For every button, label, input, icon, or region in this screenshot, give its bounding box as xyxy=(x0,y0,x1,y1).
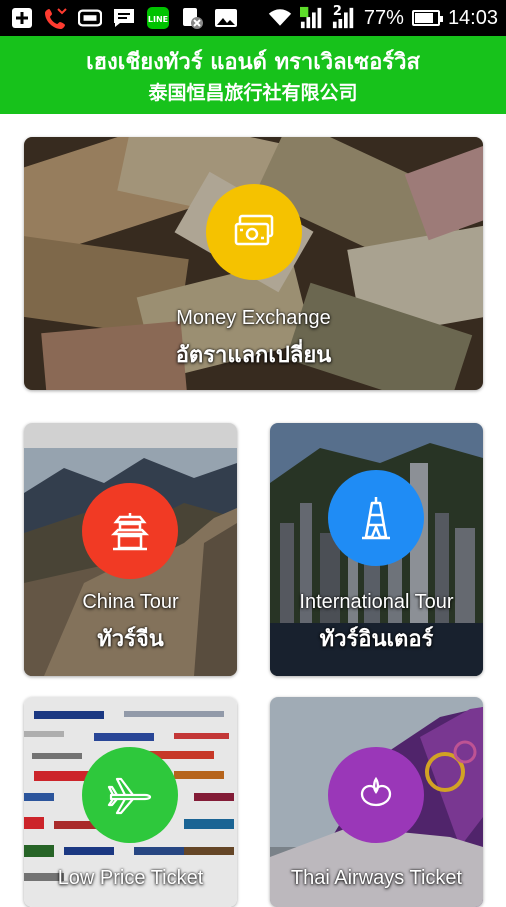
signal-icon xyxy=(299,6,324,30)
thai-airways-ticket-label-en: Thai Airways Ticket xyxy=(290,867,463,889)
china-tour-label-th: ทัวร์จีน xyxy=(97,626,164,651)
svg-text:LINE: LINE xyxy=(148,15,168,24)
money-exchange-label-en: Money Exchange xyxy=(176,307,331,329)
battery-percent: 77% xyxy=(363,6,404,29)
money-bills-icon xyxy=(206,184,302,280)
battery-icon xyxy=(411,10,443,26)
clock: 14:03 xyxy=(447,6,498,29)
tablet-icon xyxy=(78,6,102,30)
china-tour-label-en: China Tour xyxy=(82,591,179,613)
eiffel-tower-icon xyxy=(328,470,424,566)
international-tour-label-en: International Tour xyxy=(299,591,454,613)
signal-sim2-icon: 2 xyxy=(331,4,356,30)
sim2-label: 2 xyxy=(331,4,343,19)
airplane-icon xyxy=(82,747,178,843)
header-title-thai: เฮงเชียงทัวร์ แอนด์ ทราเวิลเซอร์วิส xyxy=(86,50,420,75)
plus-icon xyxy=(10,6,34,30)
line-app-icon: LINE xyxy=(146,6,170,30)
thai-airways-ticket-tile[interactable]: Thai Airways Ticket xyxy=(270,697,483,907)
header-title-chinese: 泰国恒昌旅行社有限公司 xyxy=(148,82,358,104)
money-exchange-label-th: อัตราแลกเปลี่ยน xyxy=(175,342,332,367)
status-bar: LINE 2 77% 14:03 xyxy=(0,0,506,36)
china-tour-tile[interactable]: China Tour ทัวร์จีน xyxy=(24,423,237,676)
thai-airways-logo-icon xyxy=(328,747,424,843)
money-exchange-tile[interactable]: Money Exchange อัตราแลกเปลี่ยน xyxy=(24,137,483,390)
international-tour-tile[interactable]: International Tour ทัวร์อินเตอร์ xyxy=(270,423,483,676)
pagoda-icon xyxy=(82,483,178,579)
missed-call-icon xyxy=(44,6,68,30)
low-price-ticket-label-en: Low Price Ticket xyxy=(57,867,204,889)
app-header: เฮงเชียงทัวร์ แอนด์ ทราเวิลเซอร์วิส 泰国恒昌… xyxy=(0,36,506,114)
image-icon xyxy=(214,6,238,30)
app-notification-icon xyxy=(180,6,204,30)
low-price-ticket-tile[interactable]: Low Price Ticket xyxy=(24,697,237,907)
message-icon xyxy=(112,6,136,30)
wifi-icon xyxy=(268,6,292,30)
international-tour-label-th: ทัวร์อินเตอร์ xyxy=(319,626,434,651)
